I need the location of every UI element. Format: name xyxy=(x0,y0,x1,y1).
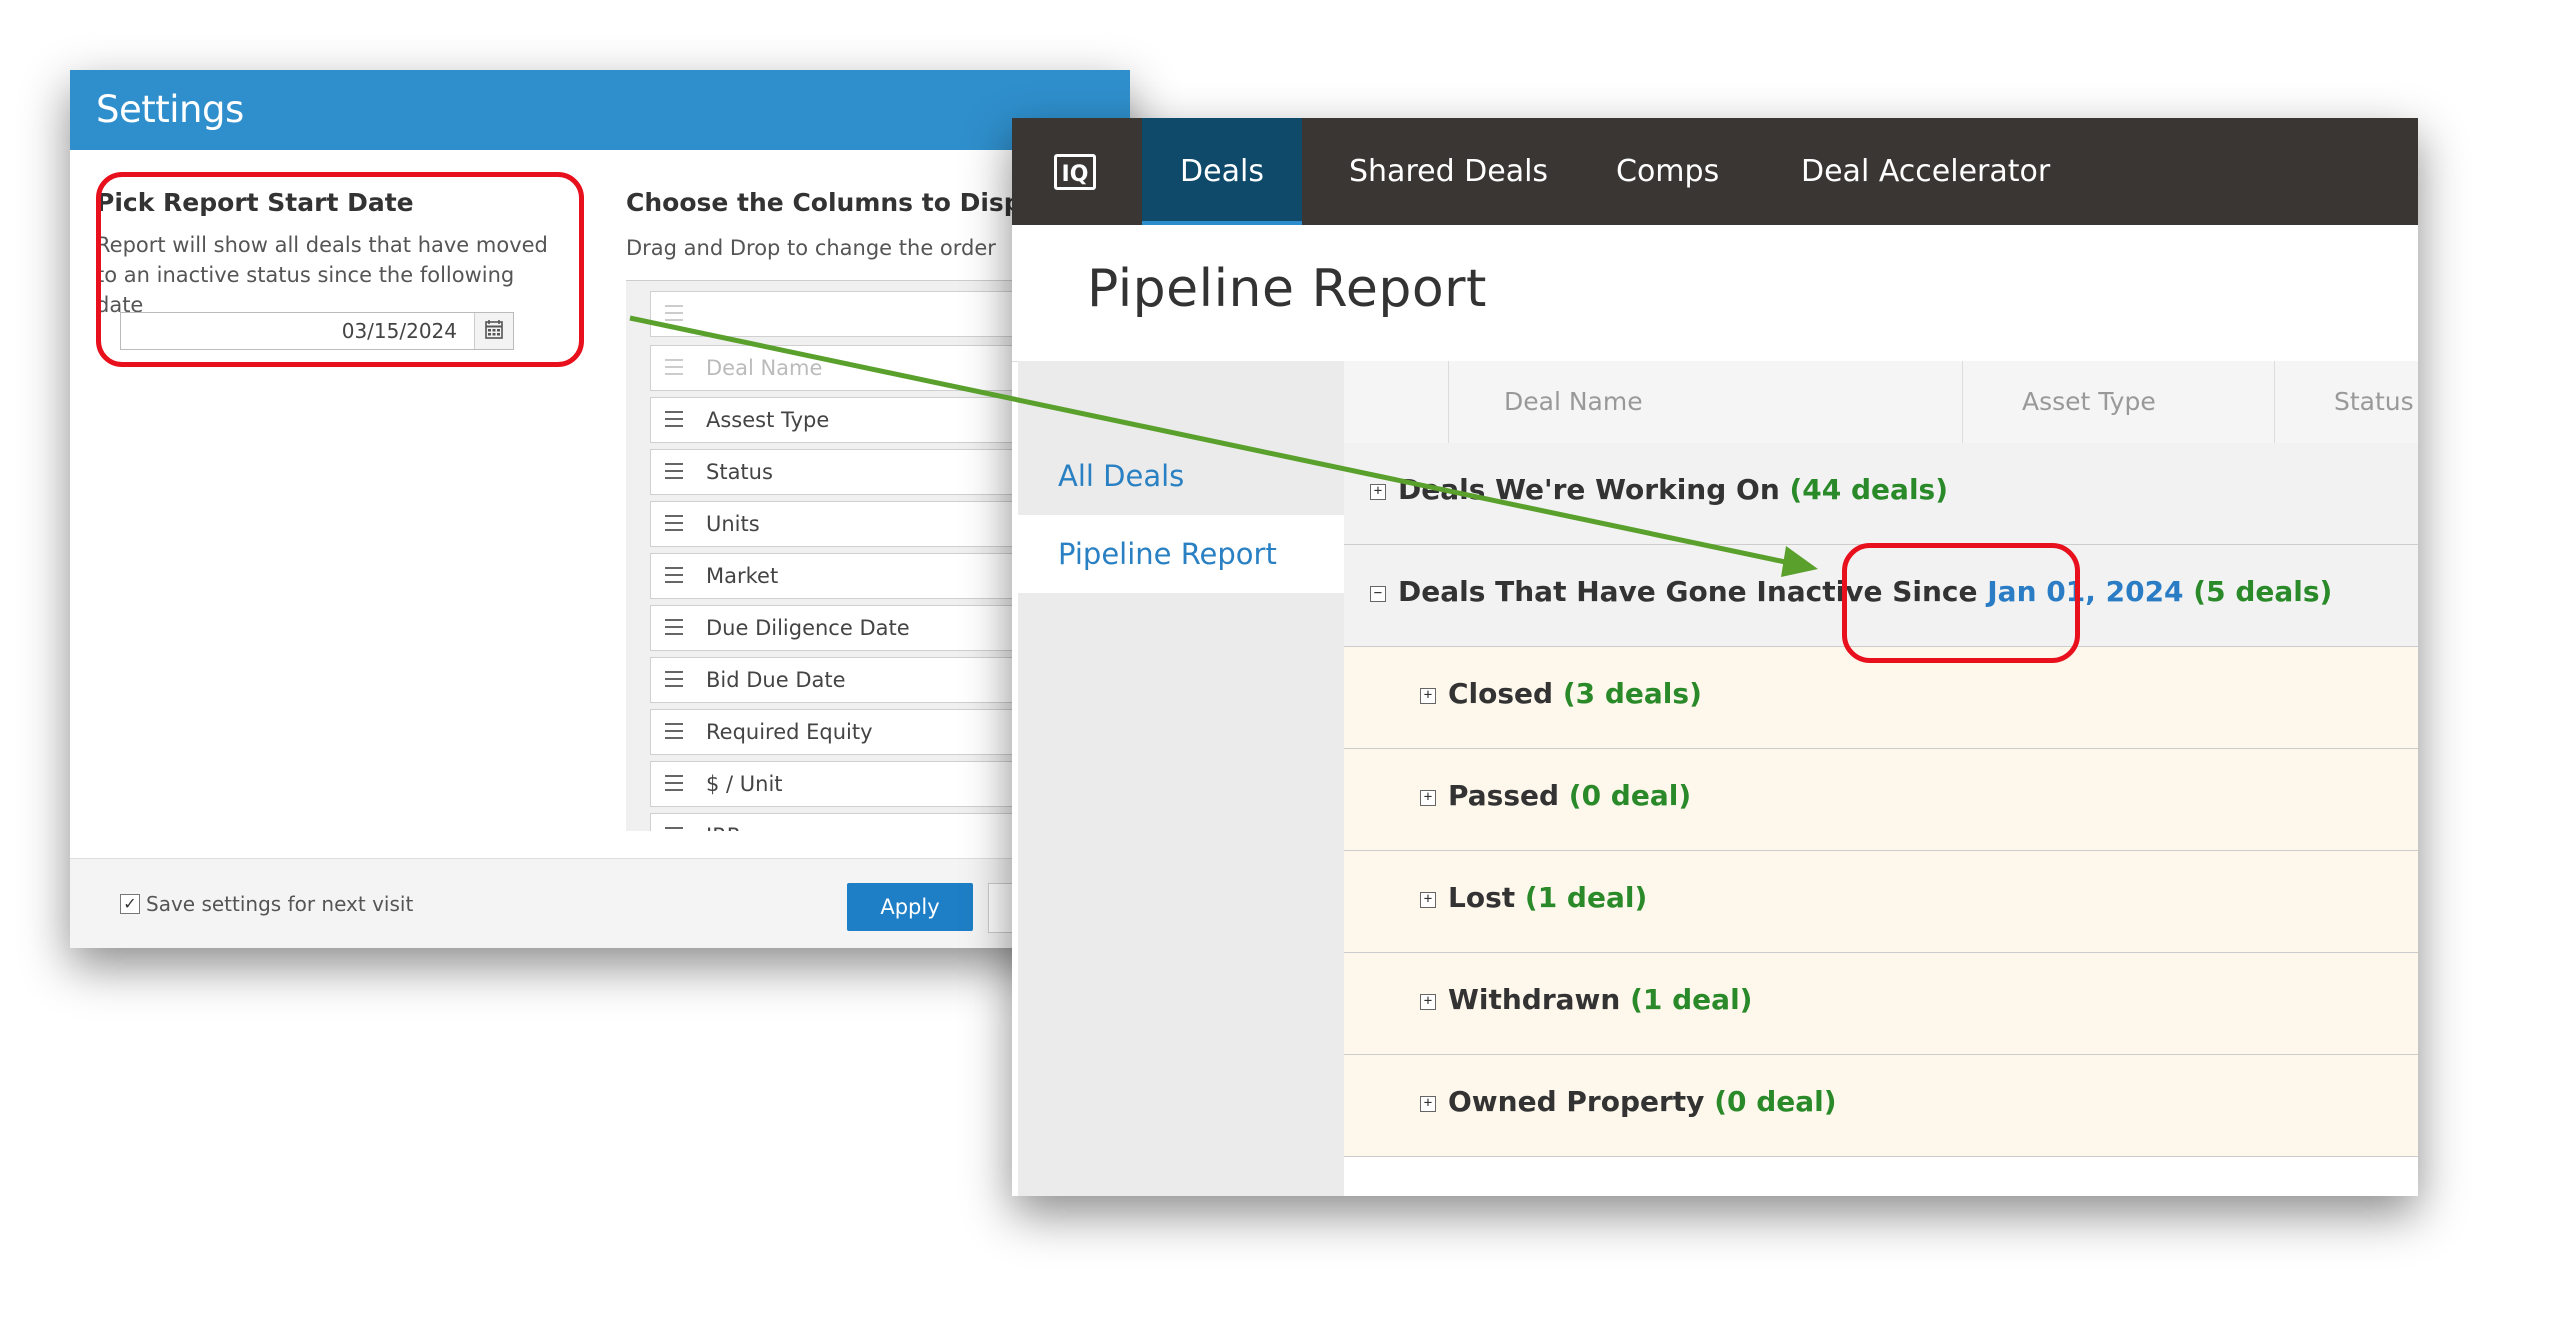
annotation-arrow xyxy=(629,315,1818,577)
